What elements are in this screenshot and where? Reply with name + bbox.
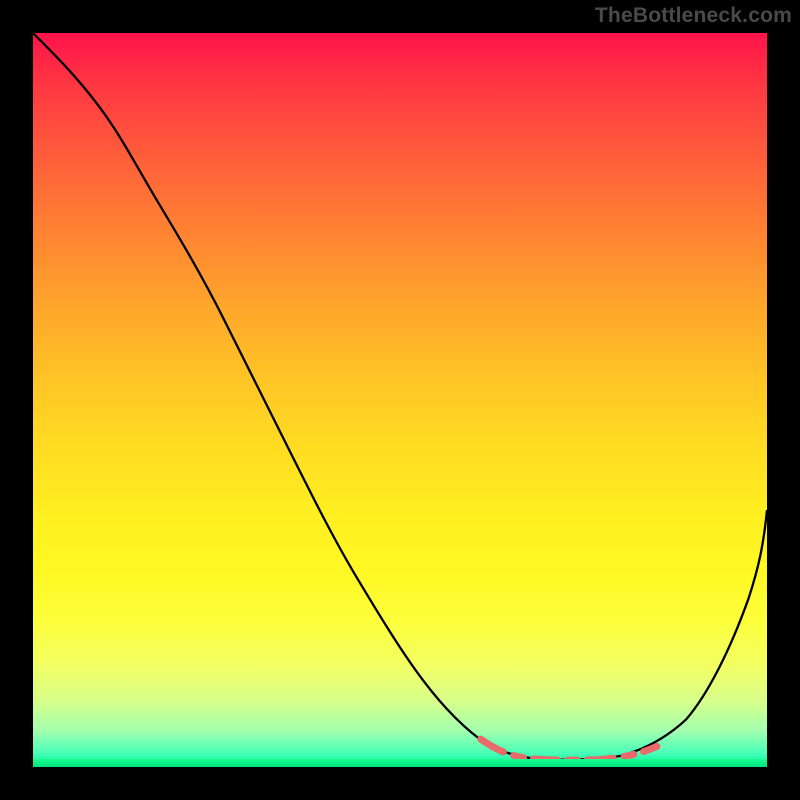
plot-area (33, 33, 767, 767)
chart-svg (33, 33, 767, 767)
chart-frame: TheBottleneck.com (0, 0, 800, 800)
bottleneck-curve (33, 33, 767, 760)
optimal-range-marker (481, 739, 657, 760)
baseline-strip (33, 759, 767, 767)
watermark-text: TheBottleneck.com (595, 4, 792, 28)
